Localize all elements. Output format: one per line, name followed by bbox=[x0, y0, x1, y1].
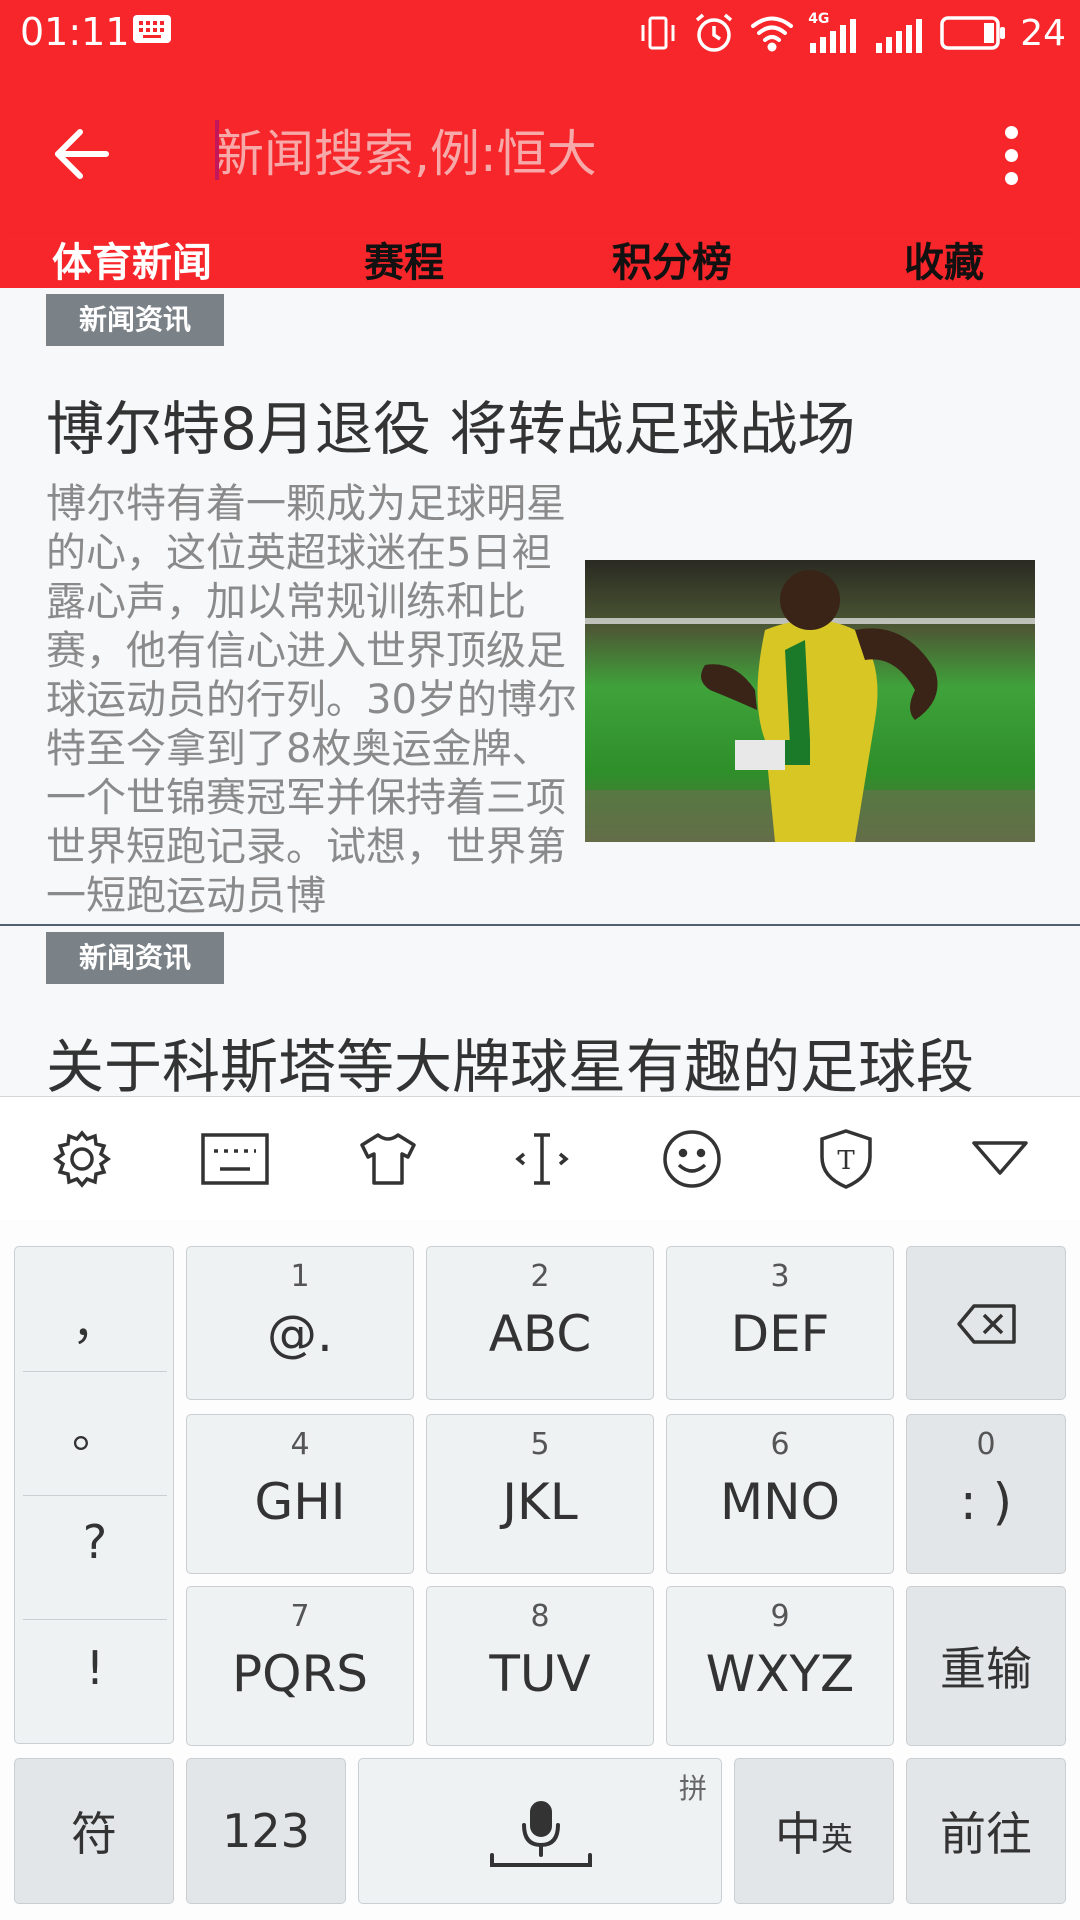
go-key[interactable]: 前往 bbox=[906, 1758, 1066, 1904]
key-1[interactable]: 1 @. bbox=[186, 1246, 414, 1400]
text-cursor bbox=[215, 120, 219, 180]
news-title: 博尔特8月退役 将转战足球战场 bbox=[46, 395, 856, 463]
news-title: 关于科斯塔等大牌球星有趣的足球段 bbox=[46, 1033, 975, 1096]
key-letters: DEF bbox=[730, 1305, 830, 1363]
tab-schedule[interactable]: 赛程 bbox=[364, 234, 444, 288]
key-number: 4 bbox=[290, 1427, 310, 1462]
key-9[interactable]: 9 WXYZ bbox=[666, 1586, 894, 1746]
news-summary: 博尔特有着一颗成为足球明星的心，这位英超球迷在5日袒露心声，加以常规训练和比赛，… bbox=[46, 481, 577, 919]
settings-icon[interactable] bbox=[50, 1127, 114, 1191]
status-time: 01:11 bbox=[20, 10, 130, 54]
signal-icon bbox=[876, 19, 923, 53]
punct-key-period[interactable]: 。 bbox=[15, 1395, 175, 1461]
category-badge: 新闻资讯 bbox=[46, 294, 224, 346]
key-0-smiley[interactable]: 0 : ) bbox=[906, 1414, 1066, 1574]
tab-standings[interactable]: 积分榜 bbox=[612, 234, 732, 288]
lang-sub: 英 bbox=[820, 1820, 853, 1858]
pinyin-hint: 拼 bbox=[678, 1772, 707, 1805]
numbers-key[interactable]: 123 bbox=[186, 1758, 346, 1904]
microphone-icon bbox=[490, 1801, 592, 1867]
collapse-triangle-icon[interactable] bbox=[968, 1127, 1032, 1191]
retype-label: 重输 bbox=[940, 1642, 1032, 1696]
key-number: 8 bbox=[530, 1599, 550, 1634]
key-number: 5 bbox=[530, 1427, 550, 1462]
space-key[interactable]: 拼 bbox=[358, 1758, 722, 1904]
vibrate-icon bbox=[641, 16, 675, 50]
news-card[interactable]: 新闻资讯 博尔特8月退役 将转战足球战场 博尔特有着一颗成为足球明星的心，这位英… bbox=[0, 288, 1080, 926]
lang-switch-label: 中英 bbox=[735, 1759, 893, 1903]
category-badge: 新闻资讯 bbox=[46, 932, 224, 984]
key-letters: @. bbox=[267, 1305, 333, 1363]
wifi-icon bbox=[751, 16, 794, 52]
retype-key[interactable]: 重输 bbox=[906, 1586, 1066, 1746]
key-letters: TUV bbox=[489, 1645, 591, 1703]
backspace-icon bbox=[957, 1304, 1016, 1344]
search-input[interactable] bbox=[214, 114, 954, 194]
key-number: 3 bbox=[770, 1259, 790, 1294]
tab-sports-news[interactable]: 体育新闻 bbox=[52, 234, 212, 288]
status-bar: 01:11 4G 24 bbox=[0, 0, 1080, 66]
key-letters: JKL bbox=[502, 1473, 578, 1531]
key-letters: WXYZ bbox=[705, 1645, 855, 1703]
app-bar bbox=[0, 66, 1080, 234]
t9-keyboard: ， 。 ? ! 1 @. 2 ABC 3 DEF 4 GHI 5 JKL 6 M… bbox=[0, 1220, 1080, 1920]
sprinter-photo bbox=[585, 560, 1035, 842]
key-5[interactable]: 5 JKL bbox=[426, 1414, 654, 1574]
key-4[interactable]: 4 GHI bbox=[186, 1414, 414, 1574]
key-number: 2 bbox=[530, 1259, 550, 1294]
key-number: 0 bbox=[976, 1427, 996, 1462]
punct-key-question[interactable]: ? bbox=[15, 1515, 175, 1569]
key-letters: GHI bbox=[254, 1473, 346, 1531]
news-feed[interactable]: 新闻资讯 博尔特8月退役 将转战足球战场 博尔特有着一颗成为足球明星的心，这位英… bbox=[0, 288, 1080, 1096]
keyboard-icon bbox=[133, 15, 171, 43]
more-vertical-icon[interactable] bbox=[996, 122, 1026, 186]
go-label: 前往 bbox=[940, 1807, 1032, 1861]
key-letters: PQRS bbox=[232, 1645, 368, 1703]
tab-favorites[interactable]: 收藏 bbox=[904, 234, 984, 288]
svg-text:T: T bbox=[837, 1146, 855, 1176]
key-letters: ABC bbox=[488, 1305, 592, 1363]
news-card[interactable]: 新闻资讯 关于科斯塔等大牌球星有趣的足球段 bbox=[0, 926, 1080, 1096]
key-number: 9 bbox=[770, 1599, 790, 1634]
key-3[interactable]: 3 DEF bbox=[666, 1246, 894, 1400]
punct-key-comma[interactable]: ， bbox=[15, 1287, 175, 1353]
arrow-back-icon[interactable] bbox=[52, 124, 112, 184]
key-6[interactable]: 6 MNO bbox=[666, 1414, 894, 1574]
key-number: 7 bbox=[290, 1599, 310, 1634]
punctuation-column: ， 。 ? ! bbox=[14, 1246, 174, 1744]
battery-level: 24 bbox=[1020, 12, 1066, 54]
tab-bar: 体育新闻 赛程 积分榜 收藏 bbox=[0, 234, 1080, 288]
symbols-key[interactable]: 符 bbox=[14, 1758, 174, 1904]
signal-4g-icon: 4G bbox=[808, 11, 860, 55]
key-letters: MNO bbox=[720, 1473, 840, 1531]
backspace-key[interactable] bbox=[906, 1246, 1066, 1400]
key-2[interactable]: 2 ABC bbox=[426, 1246, 654, 1400]
key-letters: : ) bbox=[959, 1473, 1013, 1531]
key-number: 6 bbox=[770, 1427, 790, 1462]
numbers-label: 123 bbox=[222, 1804, 310, 1858]
punct-key-exclaim[interactable]: ! bbox=[15, 1641, 175, 1695]
skin-shirt-icon[interactable] bbox=[356, 1127, 420, 1191]
battery-icon bbox=[940, 16, 1006, 50]
keyboard-toolbar: T bbox=[0, 1096, 1080, 1222]
lang-switch-key[interactable]: 中英 bbox=[734, 1758, 894, 1904]
cursor-move-icon[interactable] bbox=[510, 1127, 574, 1191]
keyboard-layout-icon[interactable] bbox=[200, 1127, 270, 1191]
symbols-label: 符 bbox=[71, 1807, 117, 1861]
font-shield-icon[interactable]: T bbox=[814, 1127, 878, 1191]
emoji-icon[interactable] bbox=[660, 1127, 724, 1191]
key-8[interactable]: 8 TUV bbox=[426, 1586, 654, 1746]
key-7[interactable]: 7 PQRS bbox=[186, 1586, 414, 1746]
key-number: 1 bbox=[290, 1259, 310, 1294]
lang-main: 中 bbox=[774, 1807, 821, 1861]
alarm-icon bbox=[696, 13, 733, 52]
